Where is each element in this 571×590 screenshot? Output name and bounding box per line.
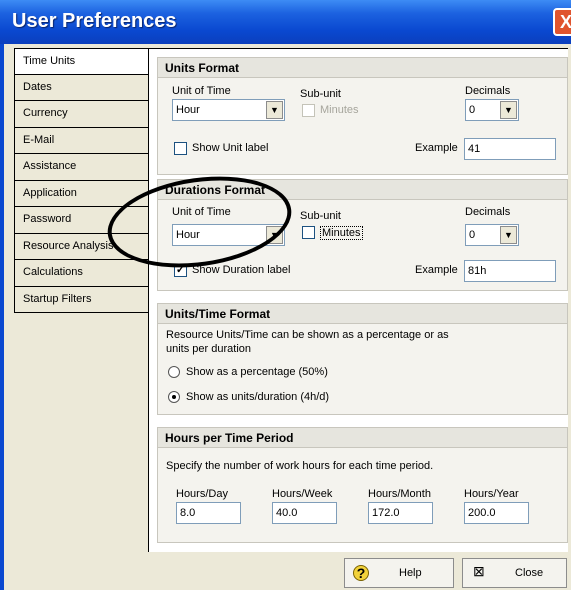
hours-day-label: Hours/Day	[176, 488, 228, 500]
tab-startup-filters[interactable]: Startup Filters	[14, 286, 149, 313]
minutes-label: Minutes	[320, 104, 359, 116]
tab-assistance[interactable]: Assistance	[14, 154, 149, 181]
hours-day-field[interactable]: 8.0	[176, 502, 241, 524]
units-format-group: Units Format Unit of Time Hour ▼ Sub-uni…	[157, 57, 568, 175]
group-title: Durations Format	[158, 180, 567, 200]
durations-decimals-select[interactable]: 0 ▼	[465, 224, 519, 246]
hours-week-field[interactable]: 40.0	[272, 502, 337, 524]
select-value: 0	[469, 229, 476, 241]
units-decimals-select[interactable]: 0 ▼	[465, 99, 519, 121]
minutes-label: Minutes	[320, 226, 363, 240]
units-time-format-group: Units/Time Format Resource Units/Time ca…	[157, 303, 568, 415]
show-unit-label-checkbox[interactable]	[174, 142, 187, 155]
description-line-1: Resource Units/Time can be shown as a pe…	[166, 329, 449, 341]
hours-month-label: Hours/Month	[368, 488, 431, 500]
chevron-down-icon[interactable]: ▼	[500, 226, 517, 244]
group-title: Units Format	[158, 58, 567, 78]
show-duration-label-checkbox[interactable]: ✓	[174, 264, 187, 277]
units-duration-option-label: Show as units/duration (4h/d)	[186, 391, 330, 403]
tab-label: Startup Filters	[23, 292, 92, 305]
tab-application[interactable]: Application	[14, 180, 149, 207]
user-preferences-window: User Preferences X Time Units Dates Curr…	[0, 0, 571, 590]
select-value: Hour	[176, 104, 200, 116]
hours-description: Specify the number of work hours for eac…	[166, 460, 434, 472]
select-value: Hour	[176, 229, 200, 241]
description-line-2: units per duration	[166, 343, 251, 355]
tab-label: Assistance	[23, 160, 77, 172]
tab-email[interactable]: E-Mail	[14, 127, 149, 154]
group-title: Hours per Time Period	[158, 428, 567, 448]
hours-per-period-group: Hours per Time Period Specify the number…	[157, 427, 568, 543]
hours-week-label: Hours/Week	[272, 488, 333, 500]
durations-unit-of-time-select[interactable]: Hour ▼	[172, 224, 285, 246]
tab-label: Application	[23, 186, 77, 199]
close-button[interactable]: ⊠ Close	[462, 558, 567, 588]
chevron-down-icon[interactable]: ▼	[500, 101, 517, 119]
tab-resource-analysis[interactable]: Resource Analysis	[14, 233, 149, 260]
show-duration-label-text: Show Duration label	[192, 264, 291, 276]
durations-example-field[interactable]: 81h	[464, 260, 556, 282]
dialog-button-bar: ? Help ⊠ Close	[148, 556, 571, 590]
title-bar[interactable]: User Preferences X	[0, 0, 571, 44]
subunit-label: Sub-unit	[300, 210, 341, 222]
close-button-label: Close	[515, 567, 544, 579]
unit-of-time-label: Unit of Time	[172, 85, 231, 97]
show-unit-label-text: Show Unit label	[192, 142, 269, 154]
example-label: Example	[415, 142, 458, 154]
decimals-label: Decimals	[465, 206, 511, 218]
help-button[interactable]: ? Help	[344, 558, 454, 588]
durations-format-group: Durations Format Unit of Time Hour ▼ Sub…	[157, 179, 568, 291]
tab-password[interactable]: Password	[14, 207, 149, 234]
units-example-field[interactable]: 41	[464, 138, 556, 160]
hours-month-field[interactable]: 172.0	[368, 502, 433, 524]
tab-label: E-Mail	[23, 133, 55, 146]
percentage-option-label: Show as a percentage (50%)	[186, 366, 328, 378]
tab-dates[interactable]: Dates	[14, 74, 149, 101]
hours-year-field[interactable]: 200.0	[464, 502, 529, 524]
tab-label: Password	[23, 213, 72, 225]
durations-subunit-minutes-checkbox[interactable]	[302, 226, 315, 239]
chevron-down-icon[interactable]: ▼	[266, 226, 283, 244]
window-close-button[interactable]: X	[553, 8, 571, 36]
units-unit-of-time-select[interactable]: Hour ▼	[172, 99, 285, 121]
group-title: Units/Time Format	[158, 304, 567, 324]
decimals-label: Decimals	[465, 85, 511, 97]
chevron-down-icon[interactable]: ▼	[266, 101, 283, 119]
help-icon: ?	[353, 565, 369, 581]
percentage-radio[interactable]	[168, 366, 180, 378]
unit-of-time-label: Unit of Time	[172, 206, 231, 218]
close-window-icon: ⊠	[473, 563, 485, 579]
tab-label: Currency	[23, 107, 68, 119]
units-subunit-minutes-checkbox[interactable]	[302, 104, 315, 117]
tab-label: Time Units	[23, 55, 76, 67]
tab-currency[interactable]: Currency	[14, 101, 149, 128]
subunit-label: Sub-unit	[300, 88, 341, 100]
tab-label: Dates	[23, 80, 52, 93]
select-value: 0	[469, 104, 476, 116]
example-label: Example	[415, 264, 458, 276]
tab-calculations[interactable]: Calculations	[14, 260, 149, 287]
tab-time-units[interactable]: Time Units	[14, 48, 155, 75]
help-button-label: Help	[399, 567, 422, 579]
tab-label: Calculations	[23, 266, 83, 278]
window-title: User Preferences	[12, 10, 177, 32]
preferences-tab-list: Time Units Dates Currency E-Mail Assista…	[14, 48, 155, 313]
units-duration-radio[interactable]	[168, 391, 180, 403]
tab-label: Resource Analysis	[23, 239, 114, 252]
hours-year-label: Hours/Year	[464, 488, 519, 500]
time-units-panel: Units Format Unit of Time Hour ▼ Sub-uni…	[148, 48, 568, 552]
